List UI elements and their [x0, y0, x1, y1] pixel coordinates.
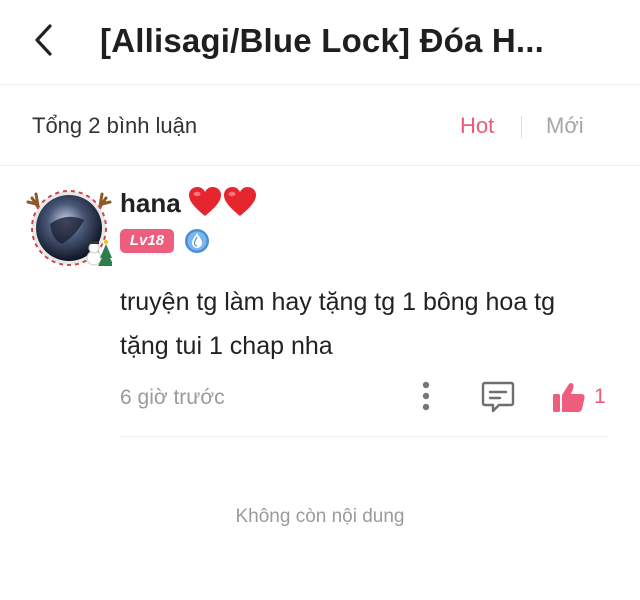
avatar[interactable] [26, 184, 114, 270]
end-of-content-text: Không còn nội dung [235, 506, 405, 527]
heart-icon [189, 187, 221, 216]
sort-hot-tab[interactable]: Hot [460, 113, 494, 139]
comment-timestamp: 6 giờ trước [120, 386, 225, 409]
chevron-left-icon [35, 24, 52, 56]
level-badge: Lv18 [120, 229, 174, 253]
like-count: 1 [594, 385, 606, 408]
like-button[interactable]: 1 [552, 380, 612, 414]
water-drop-badge-icon [184, 228, 210, 254]
page-title: [Allisagi/Blue Lock] Đóa H... [100, 22, 545, 59]
comment-username[interactable]: hana [120, 188, 181, 219]
thumbs-up-icon [553, 383, 585, 412]
reply-button[interactable] [480, 380, 516, 414]
more-vertical-icon [422, 381, 430, 411]
comment-total-label: Tổng 2 bình luận [32, 113, 198, 138]
sort-divider [521, 116, 522, 138]
back-button[interactable] [22, 18, 66, 62]
comment-divider [120, 436, 608, 437]
username-emoji [188, 186, 257, 220]
comment-sort-bar: Tổng 2 bình luận Hot Mới [0, 85, 640, 166]
top-bar: [Allisagi/Blue Lock] Đóa H... [0, 0, 640, 85]
comment-item: hana Lv18 truyện tg làm hay tặng tg 1 bô… [0, 166, 640, 438]
comment-bubble-icon [481, 381, 515, 413]
more-options-button[interactable] [412, 380, 440, 412]
comment-text: truyện tg làm hay tặng tg 1 bông hoa tg … [120, 288, 556, 360]
heart-icon [224, 187, 256, 216]
sort-new-tab[interactable]: Mới [546, 113, 584, 139]
christmas-avatar-frame-icon [26, 190, 114, 266]
